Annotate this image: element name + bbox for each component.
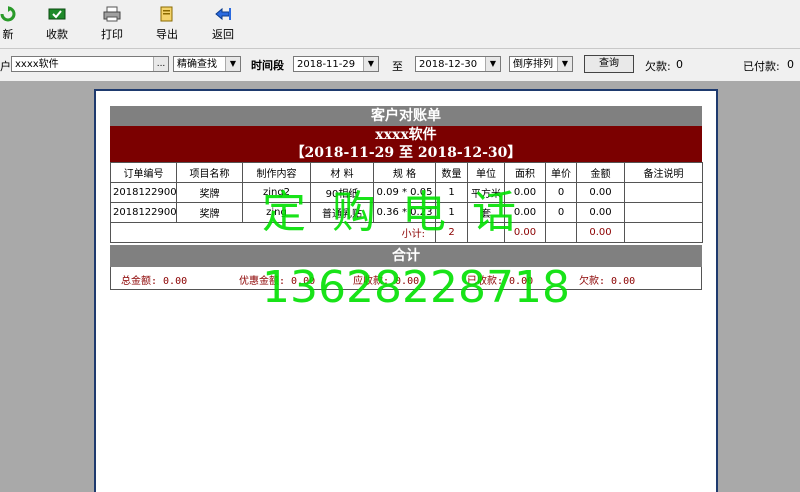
customer-label: 户	[0, 60, 11, 73]
report-title: 客户对账单	[110, 106, 702, 126]
print-label: 打印	[101, 28, 123, 41]
owed-value: 0	[676, 58, 683, 71]
to-label: 至	[392, 60, 403, 73]
summary-owed: 欠款: 0.00	[579, 276, 636, 287]
column-header: 单价	[545, 162, 577, 183]
search-mode-select[interactable]: 精确查找 ▼	[173, 56, 241, 72]
back-arrow-icon	[215, 7, 231, 21]
table-cell: 0	[545, 202, 577, 223]
back-label: 返回	[212, 28, 234, 41]
date-to-value: 2018-12-30	[419, 59, 478, 70]
refresh-icon	[0, 6, 16, 22]
period-label: 时间段	[251, 59, 284, 72]
chevron-down-icon: ▼	[363, 57, 378, 71]
column-header: 订单编号	[110, 162, 177, 183]
table-cell: 0.00	[576, 182, 625, 203]
table-cell: 奖牌	[176, 202, 243, 223]
date-to-input[interactable]: 2018-12-30 ▼	[415, 56, 501, 72]
customer-input[interactable]: xxxx软件 ...	[11, 56, 169, 72]
table-cell: 20181229001	[110, 202, 177, 223]
chevron-down-icon: ▼	[225, 57, 240, 71]
table-cell: 0	[545, 182, 577, 203]
chevron-down-icon: ▼	[485, 57, 500, 71]
print-button[interactable]: 打印	[90, 6, 134, 42]
report-header: xxxx软件 【2018-11-29 至 2018-12-30】	[110, 126, 702, 162]
table-cell: 20181229001	[110, 182, 177, 203]
customer-browse-button[interactable]: ...	[153, 57, 168, 71]
owed-label: 欠款:	[645, 60, 671, 73]
receive-payment-label: 收款	[46, 28, 68, 41]
watermark-line1: 定 购 电 话	[262, 187, 522, 238]
customer-value: xxxx软件	[15, 59, 59, 70]
column-header: 金额	[576, 162, 625, 183]
report-period: 【2018-11-29 至 2018-12-30】	[290, 145, 522, 161]
export-icon	[160, 6, 173, 22]
export-label: 导出	[156, 28, 178, 41]
refresh-label: 新	[2, 28, 14, 41]
table-cell	[624, 182, 703, 203]
column-header: 项目名称	[176, 162, 243, 183]
chevron-down-icon: ▼	[557, 57, 572, 71]
table-cell	[624, 222, 703, 243]
sort-value: 倒序排列	[513, 59, 553, 70]
search-mode-value: 精确查找	[177, 59, 217, 70]
money-icon	[48, 8, 66, 20]
refresh-button[interactable]: 新	[0, 6, 30, 42]
sort-select[interactable]: 倒序排列 ▼	[509, 56, 573, 72]
filter-bar: 户 xxxx软件 ... 精确查找 ▼ 时间段 2018-11-29 ▼ 至 2…	[0, 49, 800, 81]
toolbar: 新 收款 打印 导出 返回	[0, 0, 800, 48]
paid-label: 已付款:	[743, 60, 780, 73]
paid-value: 0	[787, 58, 794, 71]
company-name: xxxx软件	[375, 127, 437, 143]
receive-payment-button[interactable]: 收款	[35, 6, 79, 42]
table-cell: 奖牌	[176, 182, 243, 203]
query-button[interactable]: 查询	[584, 55, 634, 73]
table-cell	[545, 222, 577, 243]
export-button[interactable]: 导出	[145, 6, 189, 42]
column-header: 备注说明	[624, 162, 703, 183]
printer-icon	[103, 6, 121, 22]
watermark-line2: 13628228718	[262, 262, 570, 313]
table-cell	[624, 202, 703, 223]
table-cell: 0.00	[576, 202, 625, 223]
summary-total: 总金额: 0.00	[121, 276, 188, 287]
subtotal-amount: 0.00	[576, 222, 625, 243]
date-from-value: 2018-11-29	[297, 59, 356, 70]
back-button[interactable]: 返回	[201, 6, 245, 42]
date-from-input[interactable]: 2018-11-29 ▼	[293, 56, 379, 72]
